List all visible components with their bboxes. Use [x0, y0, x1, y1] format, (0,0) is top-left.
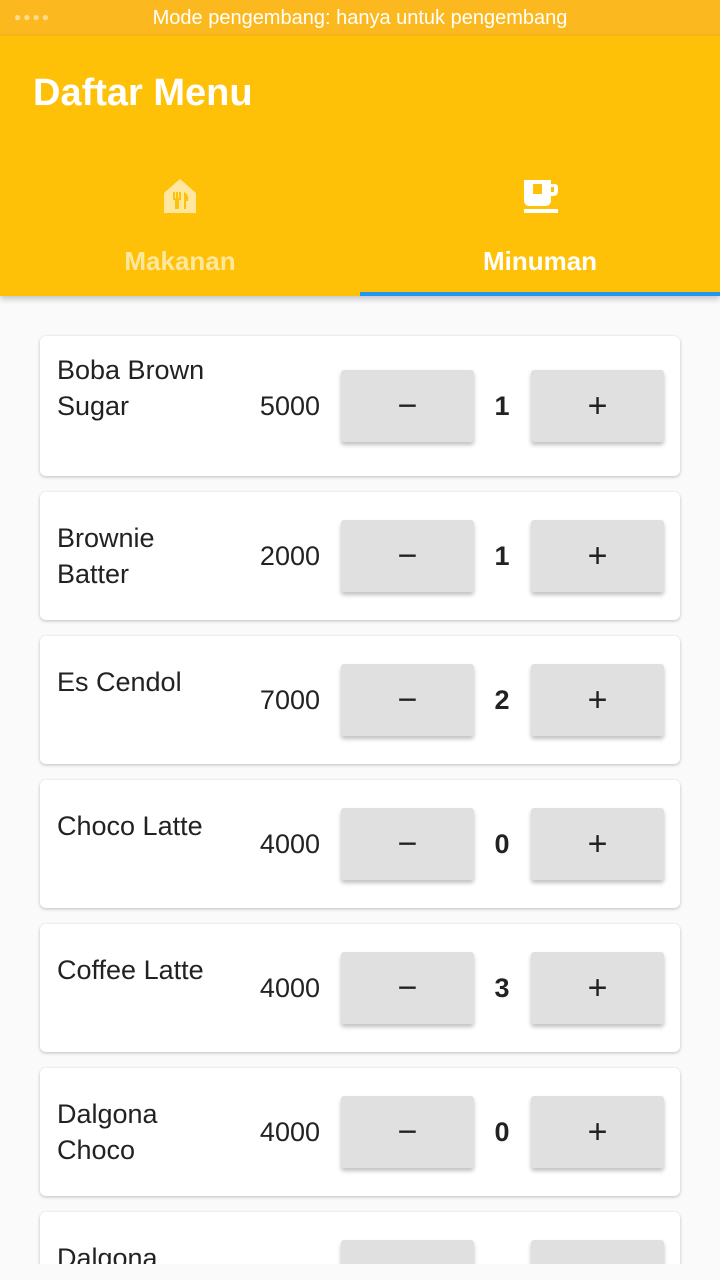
- quantity-value: 3: [494, 973, 510, 1003]
- coffee-cup-icon: [524, 180, 558, 213]
- increment-button[interactable]: +: [531, 808, 664, 880]
- decrement-button[interactable]: −: [341, 808, 474, 880]
- tab-indicator: [360, 292, 720, 296]
- item-price: 4000: [259, 1117, 320, 1147]
- minus-icon: −: [397, 536, 418, 575]
- minus-icon: −: [397, 680, 418, 719]
- minus-icon: −: [397, 824, 418, 863]
- item-price: 7000: [259, 685, 320, 715]
- decrement-button[interactable]: −: [341, 520, 474, 592]
- page-title: Daftar Menu: [33, 72, 253, 114]
- plus-icon: +: [587, 386, 608, 425]
- plus-icon: +: [587, 680, 608, 719]
- plus-icon: +: [587, 1112, 608, 1151]
- list-item: Dalgona Choco 4000 − 0 +: [40, 1068, 680, 1196]
- increment-button[interactable]: +: [531, 520, 664, 592]
- status-signal-icon: ●●●●: [14, 10, 51, 24]
- increment-button[interactable]: +: [531, 1096, 664, 1168]
- decrement-button[interactable]: −: [341, 1096, 474, 1168]
- item-name: Choco Latte: [57, 811, 203, 841]
- minus-icon: −: [397, 386, 418, 425]
- status-bar: ●●●● Mode pengembang: hanya untuk pengem…: [0, 0, 720, 36]
- item-name: Coffee Latte: [57, 955, 204, 985]
- tab-minuman[interactable]: Minuman: [360, 168, 720, 296]
- restaurant-icon: [164, 179, 196, 213]
- developer-mode-banner: Mode pengembang: hanya untuk pengembang: [152, 6, 568, 29]
- quantity-value: 1: [494, 391, 510, 421]
- plus-icon: +: [587, 536, 608, 575]
- quantity-value: 2: [494, 685, 510, 715]
- increment-button[interactable]: +: [531, 370, 664, 442]
- item-name: Es Cendol: [57, 667, 182, 697]
- list-item: Coffee Latte 4000 − 3 +: [40, 924, 680, 1052]
- increment-button[interactable]: +: [531, 664, 664, 736]
- decrement-button[interactable]: −: [341, 370, 474, 442]
- list-item: Choco Latte 4000 − 0 +: [40, 780, 680, 908]
- quantity-value: 0: [494, 1117, 510, 1147]
- item-price: 4000: [259, 829, 320, 859]
- tab-makanan-label: Makanan: [124, 246, 236, 276]
- tab-minuman-label: Minuman: [482, 246, 598, 276]
- plus-icon: +: [587, 824, 608, 863]
- minus-icon: −: [397, 1112, 418, 1151]
- item-price: 5000: [259, 391, 320, 421]
- item-name: Brownie Batter: [57, 523, 155, 589]
- quantity-value: 1: [494, 541, 510, 571]
- list-item: Boba Brown Sugar 5000 − 1 +: [40, 336, 680, 476]
- item-name: Dalgona Choco: [57, 1099, 158, 1165]
- item-price: 4000: [259, 973, 320, 1003]
- increment-button[interactable]: +: [531, 952, 664, 1024]
- decrement-button[interactable]: −: [341, 664, 474, 736]
- item-name: Boba Brown Sugar: [57, 355, 205, 421]
- app-bar: Daftar Menu Makanan Minuman: [0, 36, 720, 296]
- item-price: 2000: [259, 541, 320, 571]
- list-item: Es Cendol 7000 − 2 +: [40, 636, 680, 764]
- list-item: Brownie Batter 2000 − 1 +: [40, 492, 680, 620]
- bottom-edge: [0, 1264, 720, 1280]
- plus-icon: +: [587, 968, 608, 1007]
- minus-icon: −: [397, 968, 418, 1007]
- quantity-value: 0: [494, 829, 510, 859]
- tab-makanan[interactable]: Makanan: [0, 168, 360, 296]
- decrement-button[interactable]: −: [341, 952, 474, 1024]
